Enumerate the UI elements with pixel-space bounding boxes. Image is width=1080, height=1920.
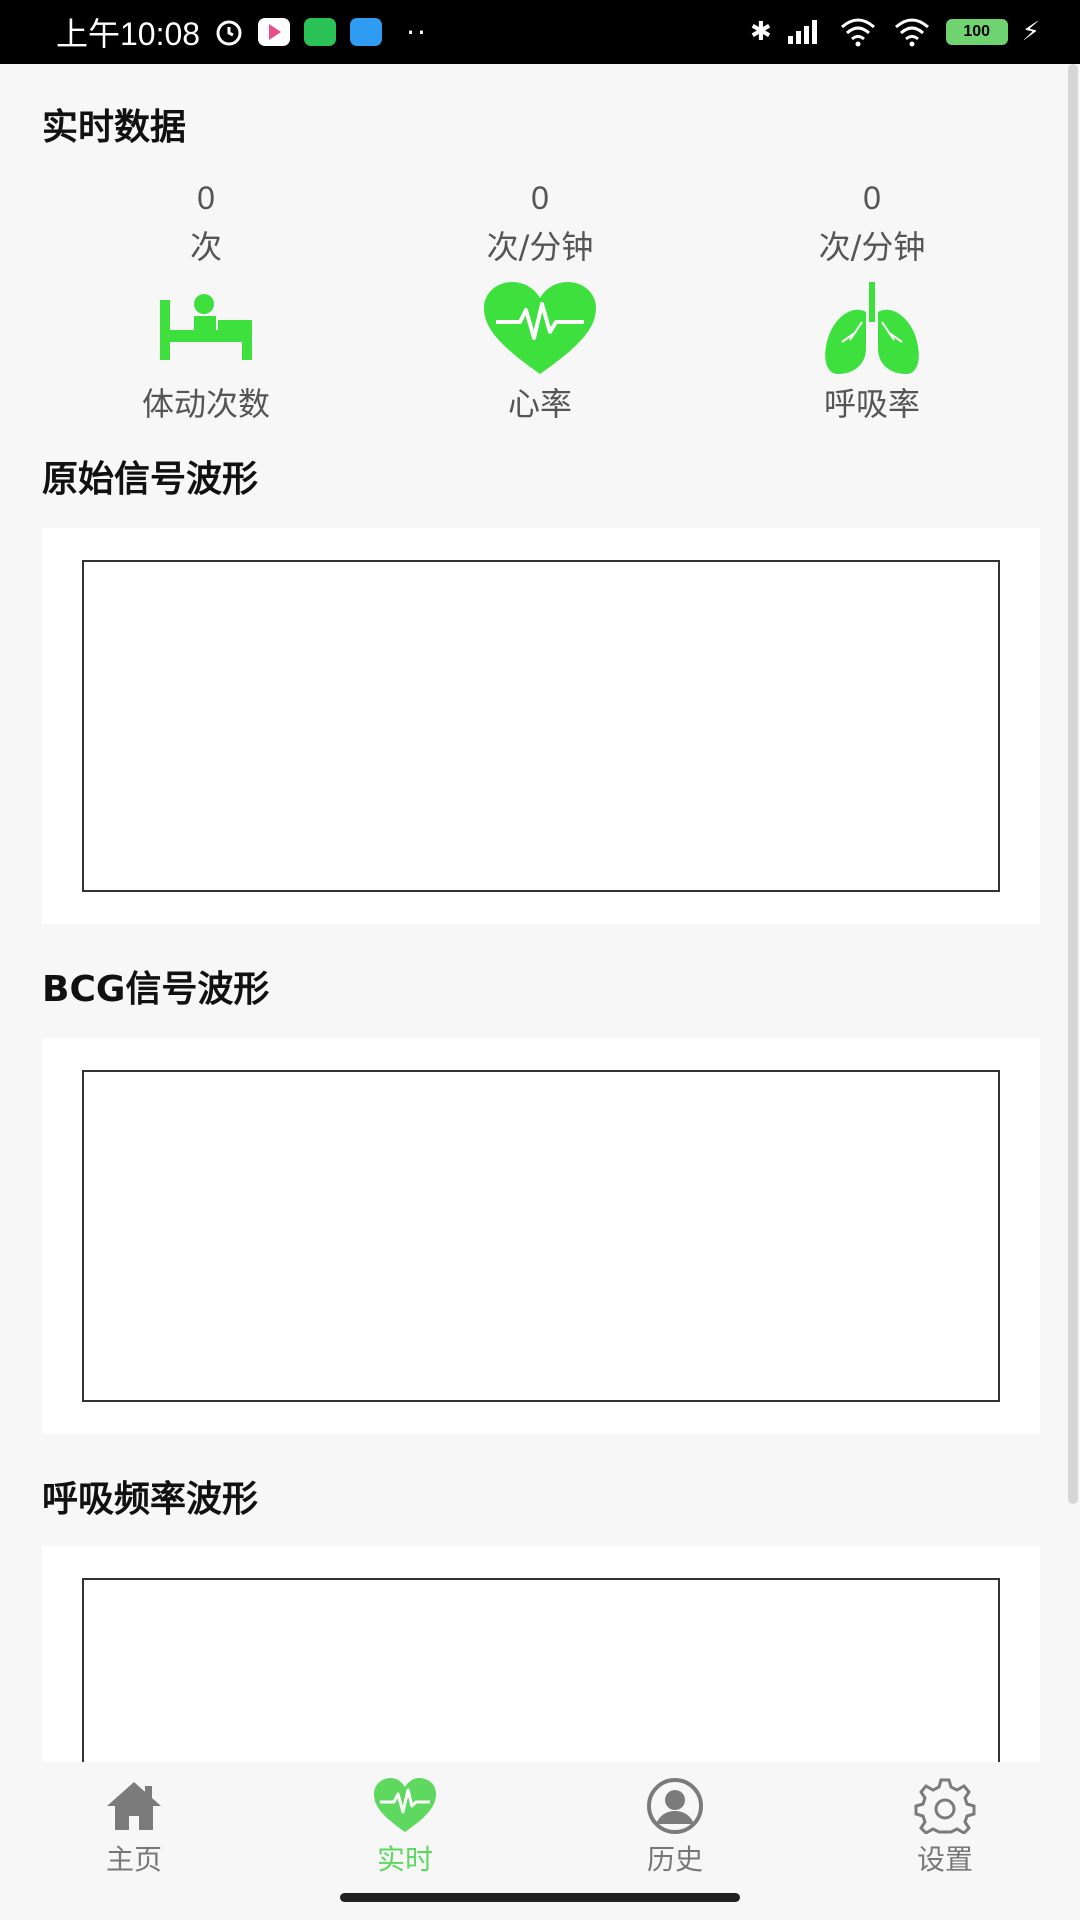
nav-label: 设置 — [916, 1843, 973, 1876]
nav-home[interactable]: 主页 — [64, 1778, 204, 1878]
nav-label: 历史 — [646, 1843, 703, 1876]
stat-unit: 次 — [189, 228, 222, 266]
charging-icon: ⚡ — [1021, 17, 1040, 47]
app-store-icon — [258, 18, 291, 46]
status-right: ✱ 100 ⚡ — [750, 17, 1040, 47]
stat-value: 0 — [197, 180, 215, 216]
stat-label: 呼吸率 — [823, 385, 920, 423]
realtime-title: 实时数据 — [42, 107, 187, 148]
home-indicator-bar[interactable] — [340, 1893, 740, 1902]
heart-pulse-icon — [484, 282, 596, 374]
stat-unit: 次/分钟 — [486, 228, 594, 266]
stat-heart-rate: 0 次/分钟 心率 — [390, 178, 690, 424]
nav-realtime[interactable]: 实时 — [335, 1778, 475, 1878]
status-time: 上午10:08 — [56, 16, 201, 52]
wifi-icon — [840, 18, 875, 47]
nav-label: 主页 — [105, 1843, 162, 1876]
battery-indicator: 100 — [945, 19, 1008, 45]
status-left: 上午10:08 ·· — [56, 9, 428, 55]
stat-value: 0 — [531, 180, 549, 216]
stat-label: 心率 — [507, 385, 572, 423]
respiration-title: 呼吸频率波形 — [42, 1479, 259, 1520]
status-more-dots: ·· — [406, 15, 428, 49]
stat-unit: 次/分钟 — [818, 228, 926, 266]
nav-settings[interactable]: 设置 — [875, 1778, 1015, 1878]
alarm-icon — [216, 20, 242, 46]
heart-pulse-icon — [374, 1778, 436, 1832]
cellular-signal-icon — [787, 20, 817, 44]
home-icon — [107, 1782, 161, 1830]
stat-body-movement: 0 次 体动次数 — [56, 178, 356, 424]
chart-plot-area — [82, 560, 1000, 892]
user-icon — [647, 1778, 703, 1834]
lungs-icon — [825, 282, 919, 374]
wechat-icon — [304, 18, 337, 46]
bcg-signal-title: BCG信号波形 — [42, 969, 270, 1010]
status-bar: 上午10:08 ·· ✱ 100 ⚡ — [0, 0, 1080, 64]
chart-plot-area — [82, 1070, 1000, 1402]
nav-label: 实时 — [376, 1843, 433, 1876]
wifi-icon-2 — [894, 18, 929, 47]
bcg-signal-chart — [42, 1038, 1040, 1434]
bluetooth-icon: ✱ — [749, 17, 772, 47]
raw-signal-chart — [42, 528, 1040, 924]
gear-icon — [914, 1778, 976, 1834]
scrollbar[interactable] — [1068, 64, 1078, 1504]
stat-label: 体动次数 — [141, 385, 270, 423]
bed-icon — [160, 294, 252, 360]
message-app-icon — [350, 18, 383, 46]
nav-history[interactable]: 历史 — [605, 1778, 745, 1878]
stat-value: 0 — [863, 180, 881, 216]
stat-respiration-rate: 0 次/分钟 呼吸率 — [722, 178, 1022, 424]
raw-signal-title: 原始信号波形 — [42, 459, 259, 500]
